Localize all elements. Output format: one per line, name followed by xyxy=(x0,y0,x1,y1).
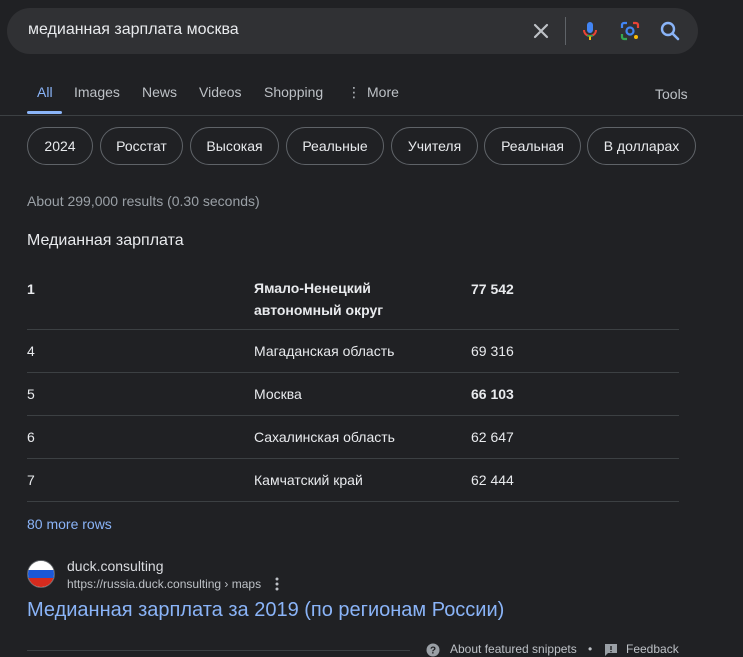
salary-cell: 77 542 xyxy=(471,281,514,297)
chip[interactable]: Росстат xyxy=(100,127,183,165)
snippet-title: Медианная зарплата xyxy=(27,232,184,249)
table-row: 5 Москва 66 103 xyxy=(27,373,679,416)
region-cell: Сахалинская область xyxy=(254,429,395,445)
salary-cell: 62 647 xyxy=(471,429,514,445)
result-stats: About 299,000 results (0.30 seconds) xyxy=(27,193,260,209)
svg-text:?: ? xyxy=(430,646,436,657)
snippet-divider xyxy=(27,650,410,651)
region-cell: Магаданская область xyxy=(254,343,395,359)
tab-more-label: More xyxy=(367,84,399,100)
chip[interactable]: В долларах xyxy=(587,127,696,165)
tab-images[interactable]: Images xyxy=(74,84,120,100)
footer-separator: • xyxy=(588,642,593,656)
more-vert-icon: ⋮ xyxy=(347,84,361,100)
mic-icon[interactable] xyxy=(578,19,602,43)
about-featured-snippets-link[interactable]: About featured snippets xyxy=(450,642,577,656)
close-icon[interactable] xyxy=(529,19,553,43)
site-url[interactable]: https://russia.duck.consulting › maps xyxy=(67,577,261,591)
site-name[interactable]: duck.consulting xyxy=(67,558,164,574)
tab-videos[interactable]: Videos xyxy=(199,84,242,100)
tabs-divider xyxy=(0,115,743,116)
search-box[interactable]: медианная зарплата москва xyxy=(7,8,698,54)
feedback-link[interactable]: Feedback xyxy=(626,642,679,656)
tab-news[interactable]: News xyxy=(142,84,177,100)
more-rows-link[interactable]: 80 more rows xyxy=(27,516,112,532)
region-cell: Ямало-Ненецкий автономный округ xyxy=(254,280,384,318)
salary-cell: 66 103 xyxy=(471,386,514,402)
chip[interactable]: Высокая xyxy=(190,127,279,165)
table-row: 7 Камчатский край 62 444 xyxy=(27,459,679,502)
rank-cell: 5 xyxy=(27,386,35,402)
rank-cell: 7 xyxy=(27,472,35,488)
feedback-icon xyxy=(605,644,617,656)
salary-cell: 69 316 xyxy=(471,343,514,359)
table-row: 1 Ямало-Ненецкий автономный округ 77 542 xyxy=(27,270,679,330)
lens-icon[interactable] xyxy=(618,19,642,43)
rank-cell: 1 xyxy=(27,281,35,297)
active-tab-indicator xyxy=(27,111,62,114)
table-row: 6 Сахалинская область 62 647 xyxy=(27,416,679,459)
salary-cell: 62 444 xyxy=(471,472,514,488)
table-row: 4 Магаданская область 69 316 xyxy=(27,330,679,373)
tools-button[interactable]: Tools xyxy=(655,86,688,102)
region-cell: Москва xyxy=(254,386,302,402)
result-title-link[interactable]: Медианная зарплата за 2019 (по регионам … xyxy=(27,599,504,622)
rank-cell: 6 xyxy=(27,429,35,445)
chip[interactable]: Учителя xyxy=(391,127,478,165)
more-vert-icon[interactable] xyxy=(271,575,283,593)
russian-flag-icon xyxy=(27,560,55,588)
tab-all[interactable]: All xyxy=(37,84,53,100)
refinement-chips: 2024 Росстат Высокая Реальные Учителя Ре… xyxy=(0,127,743,167)
search-box-divider xyxy=(565,17,566,45)
chip[interactable]: Реальная xyxy=(484,127,581,165)
rank-cell: 4 xyxy=(27,343,35,359)
tab-shopping[interactable]: Shopping xyxy=(264,84,323,100)
chip[interactable]: 2024 xyxy=(27,127,93,165)
tab-more[interactable]: ⋮ More xyxy=(347,84,399,101)
region-cell: Камчатский край xyxy=(254,472,363,488)
search-input[interactable]: медианная зарплата москва xyxy=(28,21,239,39)
chip[interactable]: Реальные xyxy=(286,127,384,165)
help-icon: ? xyxy=(426,643,440,657)
search-icon[interactable] xyxy=(658,19,682,43)
